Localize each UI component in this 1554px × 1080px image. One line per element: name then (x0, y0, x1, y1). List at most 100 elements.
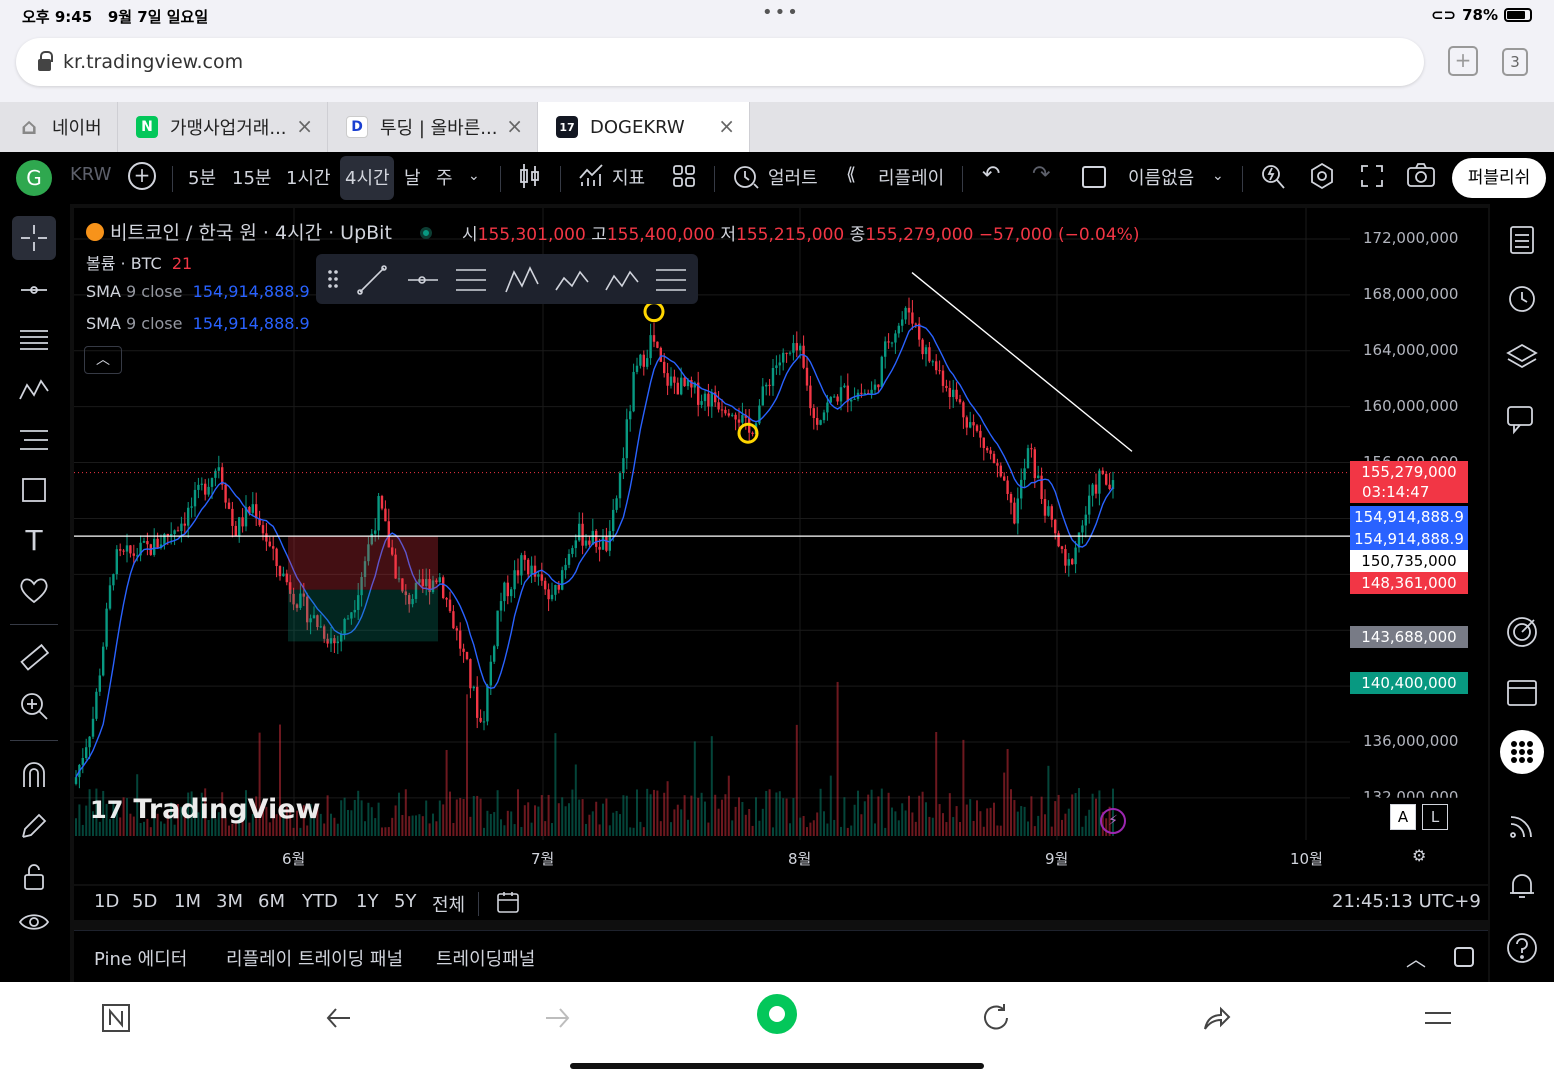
target-icon[interactable] (1500, 610, 1544, 654)
pitchfork-icon[interactable] (12, 318, 56, 362)
green-dot-icon[interactable] (757, 994, 797, 1034)
horizontal-line-icon[interactable] (12, 268, 56, 312)
unlock-icon[interactable] (12, 854, 56, 898)
maximize-panel-icon[interactable] (1454, 947, 1474, 967)
layout-name[interactable]: 이름없음 (1128, 164, 1194, 190)
close-icon[interactable]: × (718, 114, 735, 138)
share-icon[interactable] (1196, 998, 1236, 1038)
chevron-down-icon[interactable]: ⌄ (468, 168, 480, 184)
price-scale-label[interactable]: 154,914,888.9 (1350, 528, 1468, 550)
browser-tab-franchise[interactable]: N 가맹사업거래... × (118, 102, 328, 152)
close-icon[interactable]: × (506, 114, 523, 138)
candles-icon[interactable] (518, 162, 542, 195)
range-1d[interactable]: 1D (94, 891, 119, 912)
log-scale-button[interactable]: L (1422, 804, 1448, 830)
range-ytd[interactable]: YTD (302, 891, 338, 912)
range-3m[interactable]: 3M (216, 891, 243, 912)
layers-icon[interactable] (1500, 334, 1544, 378)
apps-grid-icon[interactable] (1500, 730, 1544, 774)
price-scale-label[interactable]: 148,361,000 (1350, 572, 1468, 594)
multitask-dots[interactable]: ••• (762, 2, 800, 23)
clock-readout[interactable]: 21:45:13 UTC+9 (1332, 891, 1481, 912)
tab-count-button[interactable]: 3 (1502, 48, 1528, 76)
chevron-up-icon[interactable]: ︿ (1406, 943, 1426, 972)
forward-icon[interactable] (538, 998, 578, 1038)
redo-icon[interactable]: ↷ (1032, 162, 1050, 187)
tab-pine-editor[interactable]: Pine 에디터 (94, 945, 187, 971)
timeframe-4h[interactable]: 4시간 (345, 164, 390, 190)
range-5d[interactable]: 5D (132, 891, 157, 912)
timeframe-15m[interactable]: 15분 (232, 164, 271, 190)
timeframe-1h[interactable]: 1시간 (286, 164, 331, 190)
chart-pane[interactable]: 비트코인 / 한국 원 · 4시간 · UpBit 시155,301,000 고… (74, 208, 1488, 884)
fullscreen-icon[interactable] (1360, 164, 1384, 193)
eye-icon[interactable] (12, 900, 56, 944)
price-scale-label[interactable]: 143,688,000 (1350, 626, 1468, 648)
alert-button[interactable]: 얼러트 (768, 164, 818, 190)
alarm-clock-icon[interactable] (732, 162, 760, 195)
pattern-icon[interactable] (12, 366, 56, 410)
text-icon[interactable]: T (12, 518, 56, 562)
ruler-icon[interactable] (12, 636, 56, 680)
magnet-icon[interactable] (12, 752, 56, 796)
indicators-icon[interactable] (578, 162, 604, 193)
heart-icon[interactable] (12, 568, 56, 612)
menu-icon[interactable] (1418, 998, 1458, 1038)
price-scale-label[interactable]: 150,735,000 (1350, 550, 1468, 572)
timeframe-week[interactable]: 주 (436, 164, 453, 190)
browser-tab-dogekrw[interactable]: 17 DOGEKRW × (538, 102, 750, 152)
range-all[interactable]: 전체 (432, 891, 465, 917)
timeframe-day[interactable]: 날 (404, 164, 421, 190)
address-bar[interactable]: kr.tradingview.com (16, 38, 1424, 86)
layouts-grid-icon[interactable] (672, 164, 696, 193)
lightning-icon[interactable]: ⚡ (1100, 808, 1126, 834)
timeframe-5m[interactable]: 5분 (188, 164, 216, 190)
tab-trading-panel[interactable]: 트레이딩패널 (436, 945, 535, 971)
chart-canvas[interactable] (74, 208, 1488, 884)
alerts-clock-icon[interactable] (1500, 276, 1544, 320)
settings-gear-icon[interactable] (1308, 162, 1336, 195)
watchlist-icon[interactable] (1500, 218, 1544, 262)
tab-replay-trading-panel[interactable]: 리플레이 트레이딩 패널 (226, 945, 403, 971)
url-text[interactable]: kr.tradingview.com (63, 51, 243, 73)
axis-settings-icon[interactable]: ⚙ (1412, 846, 1426, 865)
new-tab-button[interactable]: + (1448, 46, 1478, 76)
chart-title[interactable]: 비트코인 / 한국 원 · 4시간 · UpBit (110, 222, 392, 244)
publish-button[interactable]: 퍼블리쉬 (1452, 158, 1546, 198)
indicators-button[interactable]: 지표 (612, 164, 645, 190)
rewind-icon[interactable]: ⟪ (846, 164, 856, 185)
volume-indicator[interactable]: 볼륨 · BTC 21 (86, 250, 192, 274)
range-1m[interactable]: 1M (174, 891, 201, 912)
sma-indicator-2[interactable]: SMA 9 close 154,914,888.9 (86, 314, 310, 333)
close-icon[interactable]: × (296, 114, 313, 138)
crosshair-icon[interactable] (12, 216, 56, 260)
naver-home-icon[interactable] (96, 998, 136, 1038)
avatar[interactable]: G (16, 160, 52, 196)
range-6m[interactable]: 6M (258, 891, 285, 912)
camera-icon[interactable] (1406, 162, 1436, 193)
broadcast-icon[interactable] (1500, 804, 1544, 848)
price-scale-label[interactable]: 155,279,000 03:14:47 (1350, 461, 1468, 503)
price-scale-label[interactable]: 140,400,000 (1350, 672, 1468, 694)
sma-indicator-1[interactable]: SMA 9 close 154,914,888.9 (86, 282, 310, 301)
calendar-goto-icon[interactable] (496, 890, 522, 921)
collapse-legend-button[interactable]: ︿ (84, 346, 122, 374)
range-5y[interactable]: 5Y (394, 891, 416, 912)
fib-icon[interactable] (12, 418, 56, 462)
range-1y[interactable]: 1Y (356, 891, 378, 912)
refresh-icon[interactable] (976, 998, 1016, 1038)
layout-square-icon[interactable] (1082, 166, 1106, 188)
chat-icon[interactable] (1500, 398, 1544, 442)
zoom-in-icon[interactable] (12, 684, 56, 728)
browser-tab-naver[interactable]: ⌂ 네이버 (0, 102, 118, 152)
back-icon[interactable] (318, 998, 358, 1038)
browser-tab-tooding[interactable]: D 투딩 | 올바른... × (328, 102, 538, 152)
pencil-lock-icon[interactable] (12, 804, 56, 848)
compare-add-icon[interactable]: + (128, 162, 156, 190)
quick-search-icon[interactable] (1260, 162, 1286, 195)
notification-bell-icon[interactable] (1500, 864, 1544, 908)
chevron-down-icon[interactable]: ⌄ (1212, 168, 1224, 184)
help-icon[interactable] (1500, 926, 1544, 970)
undo-icon[interactable]: ↶ (982, 162, 1000, 187)
price-scale-label[interactable]: 154,914,888.9 (1350, 506, 1468, 528)
